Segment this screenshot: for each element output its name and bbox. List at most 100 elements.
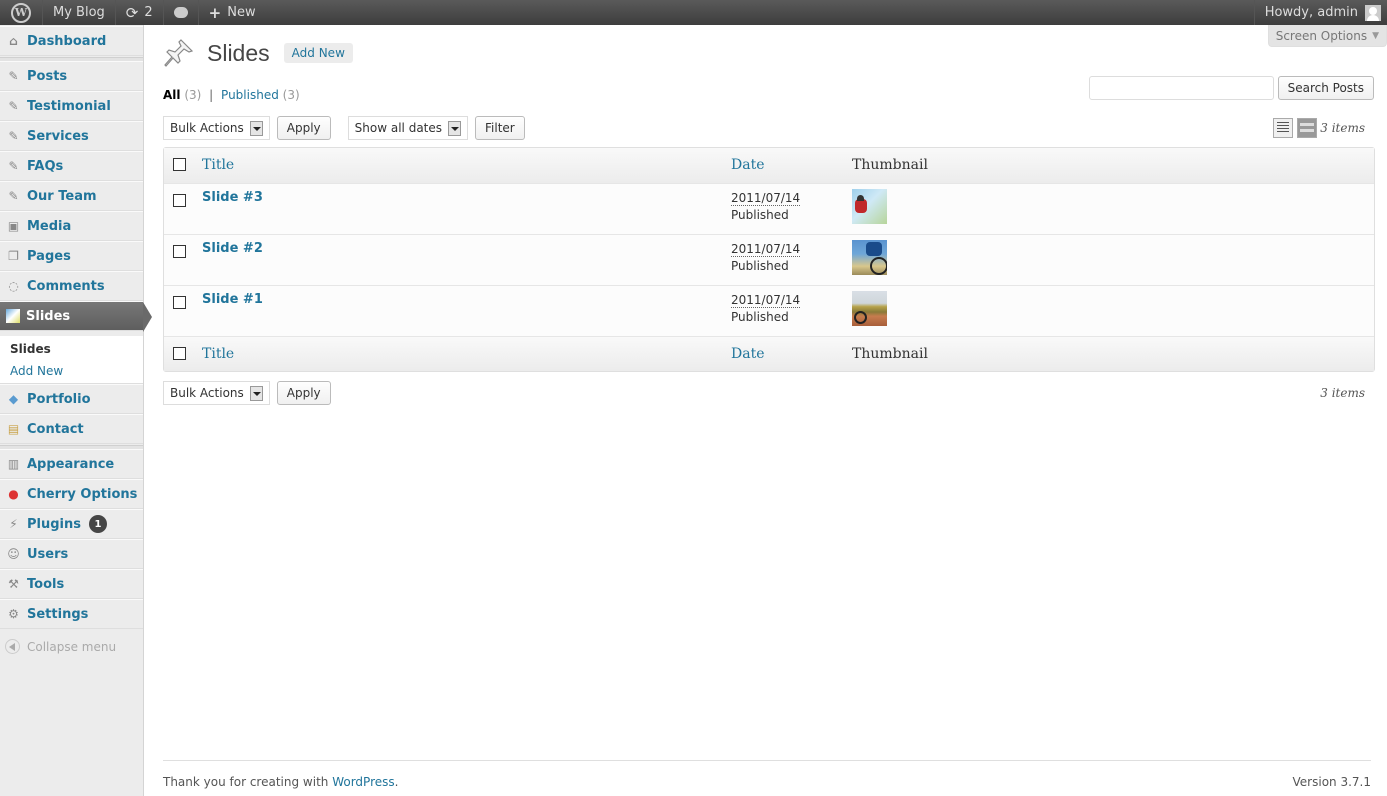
menu-label: Media [27,218,72,234]
bulk-actions-value: Bulk Actions [170,121,244,135]
table-row: Slide #2 2011/07/14 Published [164,234,1374,285]
column-date-header[interactable]: Date [731,157,764,173]
menu-label: FAQs [27,158,64,174]
date-filter-value: Show all dates [354,121,443,135]
menu-slides[interactable]: Slides [0,301,152,332]
pushpin-icon: ✎ [8,159,19,173]
menu-posts[interactable]: ✎ Posts [0,61,143,91]
column-date-footer[interactable]: Date [731,346,764,362]
menu-media[interactable]: ▣ Media [0,211,143,241]
row-checkbox[interactable] [173,245,186,258]
updates-count: 2 [144,5,153,20]
users-icon: ☺ [7,547,20,561]
chevron-down-icon: ▼ [1372,30,1379,41]
admin-menu: ⌂ Dashboard ✎ Posts ✎ Testimonial ✎ Services… [0,25,152,796]
plugins-update-badge: 1 [89,515,107,533]
menu-label: Portfolio [27,391,91,407]
items-count: 3 items [1320,386,1365,400]
menu-label: Users [27,546,69,562]
post-status: Published [731,208,789,222]
page-header: Slides Add New [163,37,353,69]
menu-label: Our Team [27,188,97,204]
wp-logo-menu[interactable]: W [0,0,43,25]
wordpress-link[interactable]: WordPress [332,775,394,789]
bulk-actions-select[interactable]: Bulk Actions [163,116,270,140]
menu-testimonial[interactable]: ✎ Testimonial [0,91,143,121]
menu-portfolio[interactable]: ◆ Portfolio [0,384,143,414]
column-title-header[interactable]: Title [202,157,234,173]
portfolio-icon: ◆ [8,392,19,406]
date-filter-select[interactable]: Show all dates [347,116,469,140]
menu-label: Tools [27,576,65,592]
menu-comments[interactable]: ◌ Comments [0,271,143,301]
my-account-menu[interactable]: Howdy, admin [1253,0,1387,25]
slide-thumbnail [852,189,887,224]
menu-services[interactable]: ✎ Services [0,121,143,151]
menu-label: Settings [27,606,89,622]
comments-link[interactable] [164,0,199,25]
apply-button[interactable]: Apply [276,381,331,405]
excerpt-view-icon[interactable] [1297,118,1317,138]
menu-appearance[interactable]: ▥ Appearance [0,449,143,479]
menu-tools[interactable]: ⚒ Tools [0,569,143,599]
refresh-icon: ⟳ [125,3,139,22]
comment-icon: ◌ [8,279,19,293]
pushpin-icon: ✎ [8,129,19,143]
admin-footer: Thank you for creating with WordPress. V… [163,760,1371,796]
menu-our-team[interactable]: ✎ Our Team [0,181,143,211]
plus-icon: + [208,3,222,22]
apply-button[interactable]: Apply [276,116,331,140]
cherry-icon: ● [8,487,19,501]
menu-users[interactable]: ☺ Users [0,539,143,569]
post-date: 2011/07/14 Published [731,190,801,224]
post-status: Published [731,310,789,324]
menu-dashboard[interactable]: ⌂ Dashboard [0,26,143,56]
menu-cherry-options[interactable]: ● Cherry Options [0,479,143,509]
filter-published-count: (3) [282,88,300,102]
menu-label: Contact [27,421,84,437]
search-input[interactable] [1088,76,1274,100]
collapse-menu-button[interactable]: Collapse menu [5,639,116,654]
menu-plugins[interactable]: ⚡ Plugins 1 [0,509,143,539]
menu-contact[interactable]: ▤ Contact [0,414,143,444]
tablenav-bottom: Bulk Actions Apply 3 items [163,380,1375,406]
pushpin-icon [164,39,194,67]
row-checkbox[interactable] [173,194,186,207]
post-title-link[interactable]: Slide #2 [202,241,263,256]
menu-faqs[interactable]: ✎ FAQs [0,151,143,181]
new-content-menu[interactable]: + New [199,0,266,25]
submenu-add-new[interactable]: Add New [0,360,143,382]
row-checkbox[interactable] [173,296,186,309]
filter-all[interactable]: All [163,88,181,102]
menu-settings[interactable]: ⚙ Settings [0,599,143,629]
post-date: 2011/07/14 Published [731,241,801,275]
filter-separator: | [209,88,214,102]
select-all-checkbox[interactable] [173,158,186,171]
bulk-actions-select[interactable]: Bulk Actions [163,381,270,405]
post-title-link[interactable]: Slide #3 [202,190,263,205]
collapse-arrow-icon [5,639,20,654]
filter-button[interactable]: Filter [475,116,525,140]
tools-icon: ⚒ [8,577,19,591]
list-view-icon[interactable] [1273,118,1293,138]
filter-published[interactable]: Published [221,88,279,102]
updates-link[interactable]: ⟳ 2 [116,0,164,25]
menu-label: Posts [27,68,68,84]
select-all-checkbox[interactable] [173,347,186,360]
screen-options-label: Screen Options [1275,28,1368,43]
pages-icon: ❐ [8,249,19,263]
menu-pages[interactable]: ❐ Pages [0,241,143,271]
submenu-slides[interactable]: Slides [0,338,143,360]
menu-label: Dashboard [27,33,107,49]
avatar [1365,4,1381,21]
site-name-link[interactable]: My Blog [43,0,116,25]
menu-label: Pages [27,248,71,264]
post-title-link[interactable]: Slide #1 [202,292,263,307]
add-new-button[interactable]: Add New [283,43,353,63]
screen-options-button[interactable]: Screen Options ▼ [1267,25,1387,47]
wordpress-logo-icon: W [11,2,31,23]
column-title-footer[interactable]: Title [202,346,234,362]
thanks-text: Thank you for creating with [163,775,333,789]
search-posts-button[interactable]: Search Posts [1277,76,1374,100]
items-count: 3 items [1320,121,1365,135]
